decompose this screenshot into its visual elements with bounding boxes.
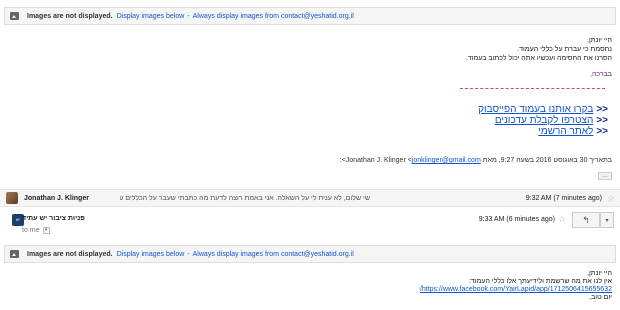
more-button[interactable]: ▾ xyxy=(600,212,614,228)
body-line: הסרנו את החסימה ועכשיו אתה יכול לכתוב בע… xyxy=(465,55,612,62)
chevron-down-icon[interactable]: ▾ xyxy=(42,227,50,234)
message2-body: היי יונתן, אין לנו את מה שרשמת ולידיעתך … xyxy=(420,270,612,302)
footer-link-row: <<הצטרפו לקבלת עדכונים xyxy=(494,115,608,126)
collapsed-message-row[interactable]: Jonathan J. Klinger שי שלום, לא ענית לי … xyxy=(0,189,620,207)
message-time: 9:33 AM (6 minutes ago) xyxy=(478,216,555,223)
quote-email-link[interactable]: jonklinger@gmail.com xyxy=(412,157,481,164)
reply-icon: ↰ xyxy=(582,214,590,225)
message2-header: יש עתיד פניות ציבור יש עתיד to me ▾ 9:33… xyxy=(0,210,620,238)
footer-link-row: <<בקרו אותנו בעמוד הפייסבוק xyxy=(478,104,608,115)
images-blocked-banner: Images are not displayed. Display images… xyxy=(4,7,616,25)
divider xyxy=(460,88,605,89)
display-images-link[interactable]: Display images below xyxy=(117,13,185,20)
signoff: יום טוב, xyxy=(589,294,612,301)
star-icon[interactable]: ☆ xyxy=(558,214,566,225)
reply-button[interactable]: ↰ xyxy=(572,212,600,228)
images-blocked-label: Images are not displayed. xyxy=(27,12,113,20)
message-time: 9:32 AM (7 minutes ago) xyxy=(525,194,602,202)
image-icon xyxy=(10,250,19,258)
greeting: היי יונתן, xyxy=(587,37,612,44)
updates-link[interactable]: הצטרפו לקבלת עדכונים xyxy=(495,115,593,126)
display-images-link[interactable]: Display images below xyxy=(117,251,185,258)
banner-separator: - xyxy=(187,250,190,258)
more-icon: ▾ xyxy=(605,217,609,224)
sender-name: פניות ציבור יש עתיד xyxy=(22,215,85,222)
quote-header: בתאריך 30 באוגוסט 2016 בשעה 9:27, מאת Jo… xyxy=(339,157,612,164)
always-display-link[interactable]: Always display images from contact@yesha… xyxy=(193,13,354,20)
greeting: היי יונתן, xyxy=(587,270,612,277)
rules-url-link[interactable]: https://www.facebook.com/YairLapid/app/1… xyxy=(420,286,612,293)
image-icon xyxy=(10,12,19,20)
footer-link-row: <<לאתר הרשמי xyxy=(538,126,608,137)
banner-separator: - xyxy=(187,12,190,20)
show-trimmed-button[interactable]: ... xyxy=(598,172,612,180)
footer-links: <<בקרו אותנו בעמוד הפייסבוק <<הצטרפו לקב… xyxy=(478,104,608,137)
official-site-link[interactable]: לאתר הרשמי xyxy=(538,126,593,137)
avatar xyxy=(6,192,18,204)
body-line: אין לנו את מה שרשמת ולידיעתך אלו כללי הע… xyxy=(468,278,612,285)
star-icon[interactable]: ☆ xyxy=(607,193,615,204)
body-line: נחסמת כי עברת על כללי העמוד. xyxy=(517,46,612,53)
signoff: בברכה, xyxy=(590,71,612,78)
images-blocked-label: Images are not displayed. xyxy=(27,250,113,258)
facebook-link[interactable]: בקרו אותנו בעמוד הפייסבוק xyxy=(478,104,593,115)
sender-name: Jonathan J. Klinger xyxy=(24,194,89,202)
message1-body: היי יונתן, נחסמת כי עברת על כללי העמוד. … xyxy=(466,36,612,63)
images-blocked-banner: Images are not displayed. Display images… xyxy=(4,245,616,263)
recipient-line: to me ▾ xyxy=(22,227,50,234)
always-display-link[interactable]: Always display images from contact@yesha… xyxy=(193,251,354,258)
message-snippet: שי שלום, לא ענית לי על השאלה. אני באמת ר… xyxy=(120,194,370,202)
